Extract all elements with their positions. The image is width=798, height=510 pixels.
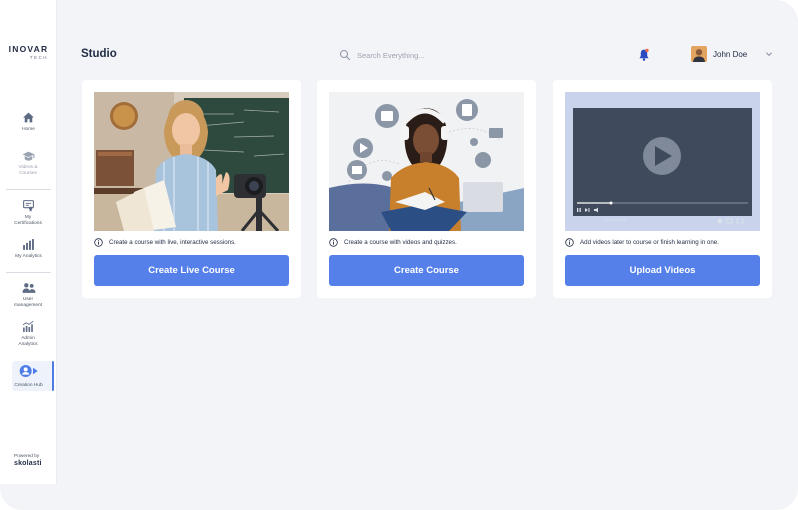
course-image xyxy=(329,92,524,231)
info-icon xyxy=(565,238,574,247)
info-icon xyxy=(329,238,338,247)
powered-by: Powered by skolasti xyxy=(0,454,57,467)
powered-by-label: Powered by xyxy=(14,454,40,459)
card-course: Create a course with videos and quizzes.… xyxy=(317,80,536,298)
create-course-button[interactable]: Create Course xyxy=(329,255,524,286)
sidebar-item-my-certifications[interactable]: My Certifications xyxy=(0,199,57,227)
sidebar-item-label: Videos & Courses xyxy=(18,165,38,176)
sidebar-item-label: Creation Hub xyxy=(14,383,43,388)
course-illustration xyxy=(329,92,524,231)
sidebar-item-user-management[interactable]: User management xyxy=(0,282,57,309)
card-description-text: Add videos later to course or finish lea… xyxy=(580,239,719,246)
sidebar-item-label: Home xyxy=(22,127,35,132)
sidebar-item-my-analytics[interactable]: My Analytics xyxy=(0,238,57,260)
card-description: Create a course with videos and quizzes. xyxy=(329,238,529,247)
card-description: Add videos later to course or finish lea… xyxy=(565,238,765,247)
creation-hub-icon xyxy=(19,365,38,377)
search-bar[interactable] xyxy=(339,48,477,62)
app-frame: INOVAR TECH Home Videos & Courses My Cer… xyxy=(0,0,798,510)
upload-videos-button[interactable]: Upload Videos xyxy=(565,255,760,286)
card-description: Create a course with live, interactive s… xyxy=(94,238,294,247)
settings-icon xyxy=(717,218,723,224)
sidebar-item-label: My Certifications xyxy=(14,215,42,226)
page-title: Studio xyxy=(81,48,117,60)
brand-logo[interactable]: INOVAR TECH xyxy=(0,44,57,60)
create-live-course-button[interactable]: Create Live Course xyxy=(94,255,289,286)
upload-videos-illustration: 01:30 / 10:00 xyxy=(565,92,760,231)
live-course-illustration xyxy=(94,92,289,231)
card-upload-videos: 01:30 / 10:00 Add videos later to course… xyxy=(553,80,772,298)
bell-icon xyxy=(639,48,649,61)
user-menu[interactable]: John Doe xyxy=(691,46,773,62)
sidebar-divider xyxy=(6,189,51,190)
home-icon xyxy=(23,112,34,123)
notifications-button[interactable] xyxy=(638,48,650,67)
certificate-icon xyxy=(23,200,34,212)
avatar[interactable] xyxy=(691,46,707,62)
brand-sub: TECH xyxy=(29,55,48,60)
card-description-text: Create a course with live, interactive s… xyxy=(109,239,236,246)
powered-by-brand[interactable]: skolasti xyxy=(14,460,57,467)
live-course-image xyxy=(94,92,289,231)
sidebar-divider xyxy=(6,272,51,273)
video-player-image xyxy=(565,92,760,231)
brand-name: INOVAR xyxy=(8,44,49,54)
user-name: John Doe xyxy=(713,49,748,59)
bar-chart-icon xyxy=(23,239,34,250)
sidebar-item-creation-hub[interactable]: Creation Hub xyxy=(0,364,57,389)
sidebar-item-home[interactable]: Home xyxy=(0,111,57,133)
analytics-icon xyxy=(22,320,34,332)
fullscreen-icon xyxy=(736,218,744,224)
info-icon xyxy=(94,238,103,247)
sidebar-item-admin-analytics[interactable]: Admin Analytics xyxy=(0,320,57,348)
user-avatar-icon xyxy=(691,46,707,62)
users-icon xyxy=(22,283,35,293)
sidebar: INOVAR TECH Home Videos & Courses My Cer… xyxy=(0,0,57,484)
video-time: 01:30 / 10:00 xyxy=(605,218,626,222)
sidebar-item-videos-courses[interactable]: Videos & Courses xyxy=(0,150,57,177)
video-controls-right xyxy=(717,218,744,224)
graduation-cap-icon xyxy=(22,151,35,161)
sidebar-item-label: My Analytics xyxy=(15,254,42,259)
chevron-down-icon[interactable] xyxy=(765,51,773,57)
card-live-course: Create a course with live, interactive s… xyxy=(82,80,301,298)
sidebar-item-label: User management xyxy=(14,297,42,308)
search-input[interactable] xyxy=(357,50,477,60)
search-icon xyxy=(340,50,351,61)
pip-icon xyxy=(725,218,733,224)
card-description-text: Create a course with videos and quizzes. xyxy=(344,239,457,246)
sidebar-item-label: Admin Analytics xyxy=(18,336,38,347)
